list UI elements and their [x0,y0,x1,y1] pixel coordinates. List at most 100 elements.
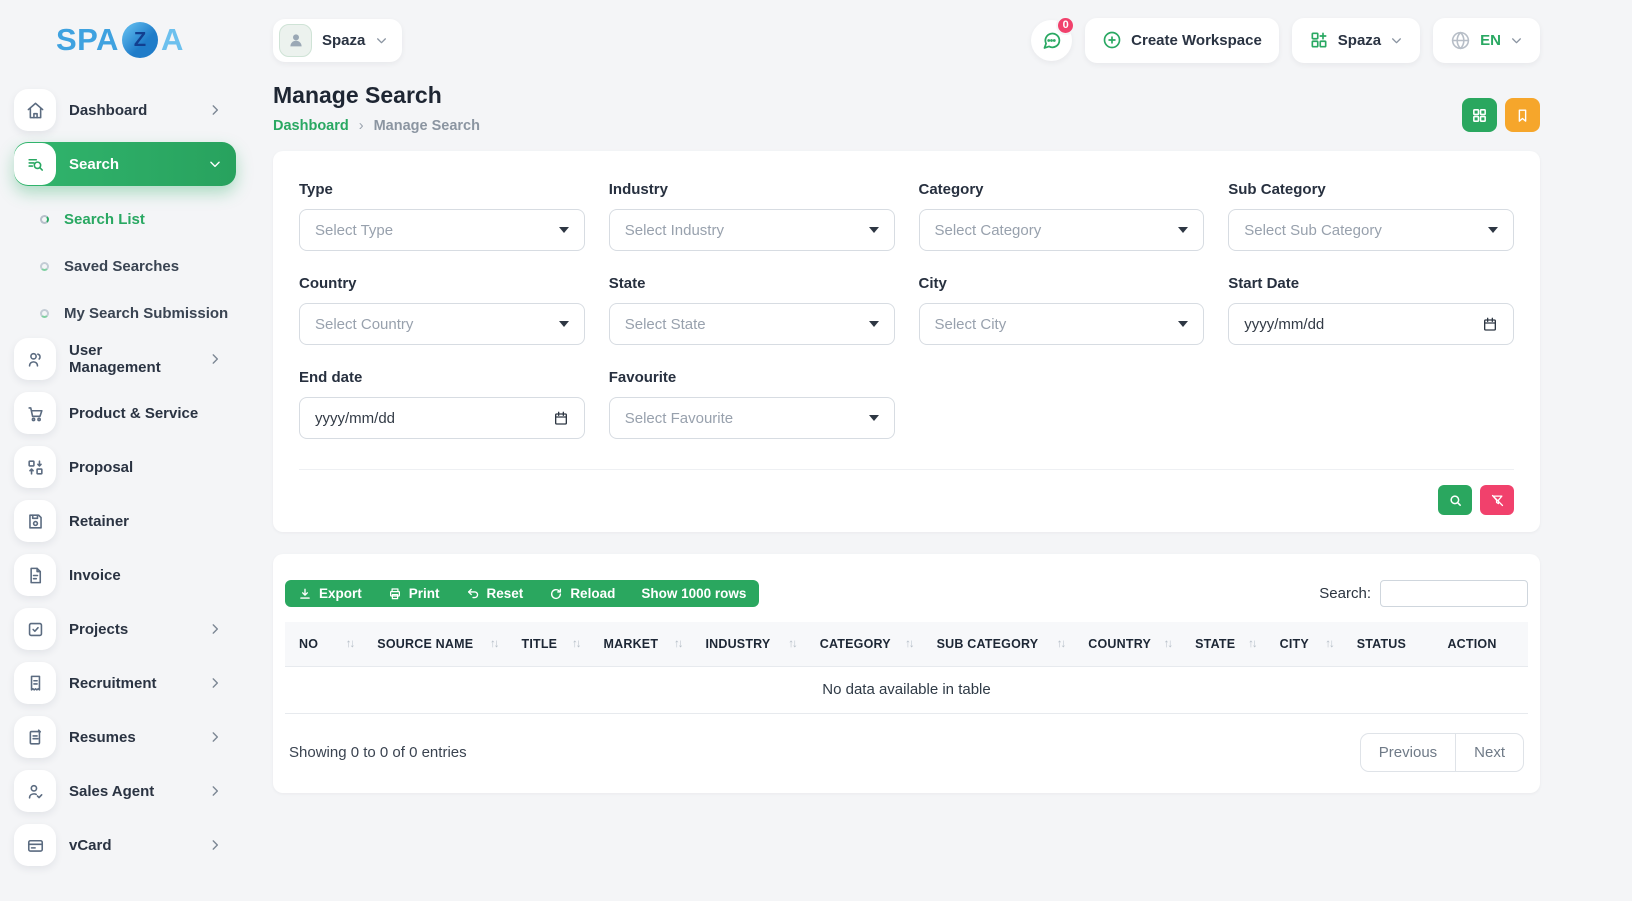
filter-field-end-date: End date yyyy/mm/dd [299,369,585,439]
create-workspace-button[interactable]: Create Workspace [1085,18,1279,63]
sort-icon[interactable]: ↑↓ [1238,638,1256,650]
calendar-icon[interactable] [553,410,569,426]
reload-button[interactable]: Reload [536,580,628,607]
column-industry[interactable]: INDUSTRY↑↓ [691,622,805,667]
caret-down-icon [869,321,879,327]
sidebar-subitem-search-list[interactable]: Search List [14,196,236,243]
chevron-right-icon [208,838,222,852]
start-date-input[interactable]: yyyy/mm/dd [1228,303,1514,345]
export-button[interactable]: Export [285,580,375,607]
print-button[interactable]: Print [375,580,453,607]
sidebar-item-sales-agent[interactable]: Sales Agent [14,769,236,813]
favourite-select[interactable]: Select Favourite [609,397,895,439]
avatar [279,24,312,57]
language-selector[interactable]: EN [1433,18,1540,63]
grid-view-button[interactable] [1462,98,1497,132]
sort-icon[interactable]: ↑↓ [895,638,913,650]
sidebar-item-dashboard[interactable]: Dashboard [14,88,236,132]
sort-icon[interactable]: ↑↓ [480,638,498,650]
column-city[interactable]: CITY↑↓ [1266,622,1343,667]
bullet-icon [40,215,49,224]
chevron-right-icon [208,622,222,636]
column-market[interactable]: MARKET↑↓ [590,622,692,667]
person-check-icon [14,770,56,812]
filter-field-city: City Select City [919,275,1205,345]
sort-icon[interactable]: ↑↓ [1047,638,1065,650]
empty-message: No data available in table [285,667,1528,714]
sidebar-subitem-saved-searches[interactable]: Saved Searches [14,243,236,290]
column-no[interactable]: NO↑↓ [285,622,363,667]
state-select[interactable]: Select State [609,303,895,345]
logo-z-icon: Z [122,22,158,58]
breadcrumb: Dashboard › Manage Search [273,118,480,134]
country-select[interactable]: Select Country [299,303,585,345]
calendar-icon[interactable] [1482,316,1498,332]
sort-icon[interactable]: ↑↓ [562,638,580,650]
field-label: Sub Category [1228,181,1514,198]
sidebar-item-invoice[interactable]: Invoice [14,553,236,597]
user-menu[interactable]: Spaza [273,19,402,62]
next-page-button[interactable]: Next [1455,733,1524,772]
column-source-name[interactable]: SOURCE NAME↑↓ [363,622,507,667]
apply-search-button[interactable] [1438,485,1472,515]
resume-edit-icon [14,716,56,758]
table-footer: Showing 0 to 0 of 0 entries Previous Nex… [285,714,1528,793]
cart-icon [14,392,56,434]
end-date-input[interactable]: yyyy/mm/dd [299,397,585,439]
sort-icon[interactable]: ↑↓ [664,638,682,650]
type-select[interactable]: Select Type [299,209,585,251]
sidebar-item-retainer[interactable]: Retainer [14,499,236,543]
show-rows-button[interactable]: Show 1000 rows [628,580,759,607]
industry-select[interactable]: Select Industry [609,209,895,251]
sidebar-item-label: Invoice [69,567,121,584]
category-select[interactable]: Select Category [919,209,1205,251]
sidebar-item-resumes[interactable]: Resumes [14,715,236,759]
plus-circle-icon [1102,30,1122,50]
table-toolbar: Export Print Reset Reload Show 1000 rows [285,580,1528,622]
city-select[interactable]: Select City [919,303,1205,345]
chevron-right-icon [208,784,222,798]
sidebar-item-label: Sales Agent [69,783,154,800]
table-search-input[interactable] [1380,580,1528,607]
sidebar-item-search[interactable]: Search [14,142,236,186]
sidebar-item-proposal[interactable]: Proposal [14,445,236,489]
sidebar-item-product-service[interactable]: Product & Service [14,391,236,435]
caret-down-icon [869,415,879,421]
filter-field-state: State Select State [609,275,895,345]
logo-text-a: A [161,22,184,58]
sidebar-item-label: Resumes [69,729,136,746]
bookmark-button[interactable] [1505,98,1540,132]
sub-category-select[interactable]: Select Sub Category [1228,209,1514,251]
filter-field-country: Country Select Country [299,275,585,345]
sidebar-item-label: Dashboard [69,102,147,119]
sidebar: SPA Z A Dashboard Search Search List [0,0,250,901]
sort-icon[interactable]: ↑↓ [778,638,796,650]
column-country[interactable]: COUNTRY↑↓ [1074,622,1181,667]
sort-icon[interactable]: ↑↓ [1154,638,1172,650]
field-label: City [919,275,1205,292]
results-panel: Export Print Reset Reload Show 1000 rows [273,554,1540,793]
sidebar-item-vcard[interactable]: vCard [14,823,236,867]
sidebar-item-projects[interactable]: Projects [14,607,236,651]
field-label: Favourite [609,369,895,386]
column-title[interactable]: TITLE↑↓ [507,622,589,667]
breadcrumb-dashboard-link[interactable]: Dashboard [273,118,349,134]
sort-icon[interactable]: ↑↓ [1315,638,1333,650]
column-state[interactable]: STATE↑↓ [1181,622,1266,667]
column-sub-category[interactable]: SUB CATEGORY↑↓ [923,622,1075,667]
sidebar-item-recruitment[interactable]: Recruitment [14,661,236,705]
entries-summary: Showing 0 to 0 of 0 entries [289,744,467,761]
chat-button[interactable]: 0 [1031,20,1072,61]
column-action: ACTION [1433,622,1528,667]
reset-button[interactable]: Reset [453,580,537,607]
sidebar-item-label: Product & Service [69,405,198,422]
sort-icon[interactable]: ↑↓ [336,638,354,650]
clear-filters-button[interactable] [1480,485,1514,515]
column-category[interactable]: CATEGORY↑↓ [806,622,923,667]
date-placeholder: yyyy/mm/dd [315,410,395,427]
sidebar-subitem-my-search-submission[interactable]: My Search Submission [14,290,236,337]
field-label: Start Date [1228,275,1514,292]
workspace-switcher[interactable]: Spaza [1292,18,1420,63]
sidebar-item-user-management[interactable]: User Management [14,337,236,381]
previous-page-button[interactable]: Previous [1360,733,1456,772]
